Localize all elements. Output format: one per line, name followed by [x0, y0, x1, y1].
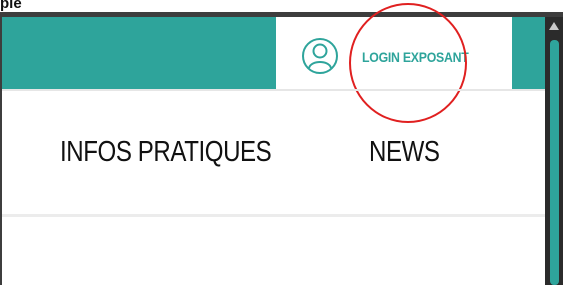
nav-item-news[interactable]: NEWS [369, 136, 440, 169]
cropped-caption-text: ple [0, 0, 22, 12]
nav-item-infos-pratiques[interactable]: INFOS PRATIQUES [60, 136, 272, 169]
scrollbar-thumb[interactable] [550, 40, 559, 285]
header-bar-right [512, 17, 545, 89]
header-bar [2, 17, 276, 89]
scroll-up-arrow-icon[interactable] [549, 22, 559, 30]
header-divider [2, 89, 545, 91]
user-circle-icon[interactable] [301, 37, 339, 75]
login-exposant-link[interactable]: LOGIN EXPOSANT [362, 49, 469, 65]
nav-divider [2, 214, 545, 217]
